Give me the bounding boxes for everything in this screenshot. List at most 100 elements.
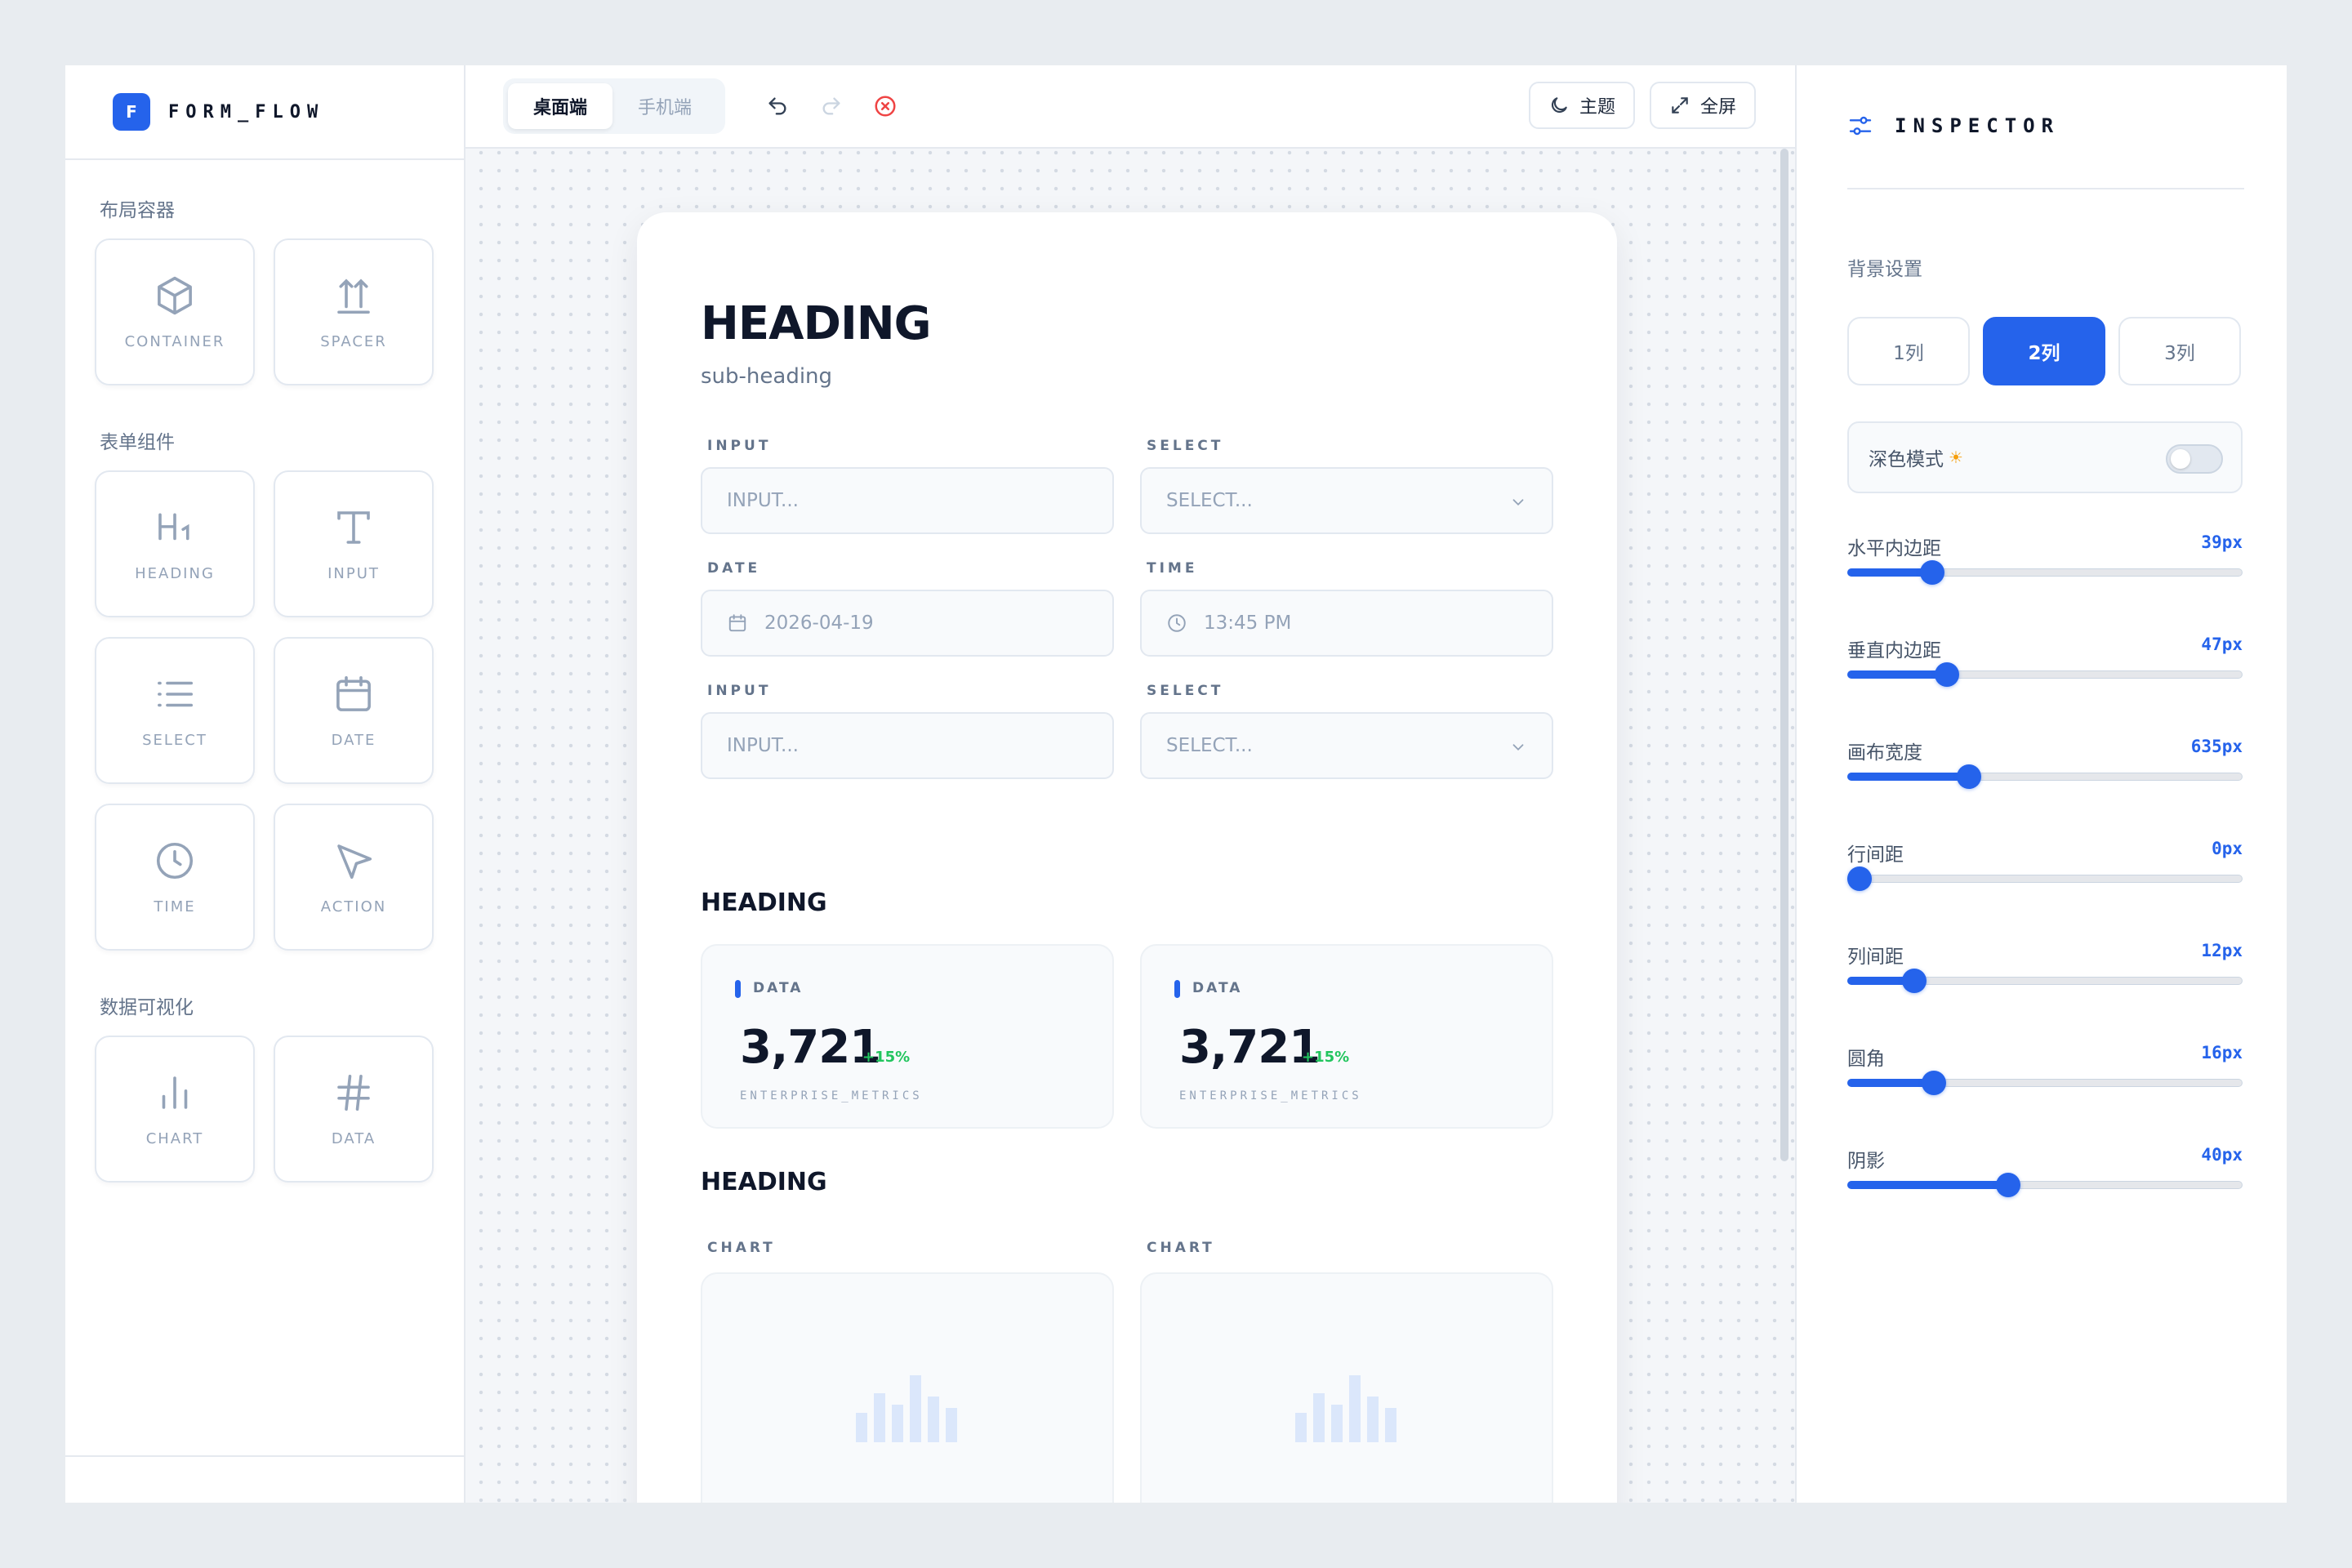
slider-label: 行间距 bbox=[1847, 844, 1904, 866]
device-switch: 桌面端 手机端 bbox=[503, 78, 725, 134]
field-label: INPUT bbox=[707, 683, 772, 699]
chevron-down-icon bbox=[1509, 493, 1527, 516]
date-value: 2026-04-19 bbox=[764, 612, 874, 634]
list-icon bbox=[150, 670, 199, 719]
section-heading[interactable]: HEADING bbox=[701, 1168, 827, 1196]
metric-label: DATA bbox=[1192, 980, 1243, 996]
time-value: 13:45 PM bbox=[1204, 612, 1292, 634]
palette-item-label: SPACER bbox=[320, 333, 387, 350]
section-title-layout: 布局容器 bbox=[100, 200, 175, 221]
field-label: SELECT bbox=[1147, 683, 1224, 699]
metric-footer: ENTERPRISE_METRICS bbox=[1179, 1089, 1362, 1102]
chart-placeholder[interactable] bbox=[1140, 1272, 1553, 1503]
palette-item-time[interactable]: TIME bbox=[95, 804, 255, 951]
clear-icon[interactable] bbox=[869, 90, 902, 122]
input-field[interactable]: INPUT... bbox=[701, 467, 1114, 534]
columns-3-button[interactable]: 3列 bbox=[2118, 317, 2241, 385]
slider-thumb[interactable] bbox=[1922, 1071, 1947, 1095]
expand-icon bbox=[1669, 95, 1700, 116]
tab-mobile[interactable]: 手机端 bbox=[612, 83, 717, 129]
palette-item-select[interactable]: SELECT bbox=[95, 637, 255, 784]
theme-button[interactable]: 主题 bbox=[1529, 82, 1636, 129]
input-field[interactable]: INPUT... bbox=[701, 712, 1114, 779]
palette-item-label: TIME bbox=[154, 898, 196, 915]
palette-item-data[interactable]: DATA bbox=[274, 1036, 434, 1183]
palette-item-spacer[interactable]: SPACER bbox=[274, 238, 434, 385]
hash-icon bbox=[329, 1068, 378, 1117]
calendar-icon bbox=[329, 670, 378, 719]
sliders-icon bbox=[1847, 113, 1873, 139]
inspector-header: INSPECTOR bbox=[1847, 113, 2060, 139]
dark-mode-label: 深色模式 bbox=[1869, 449, 1944, 470]
slider-value: 635px bbox=[2190, 737, 2243, 756]
tab-desktop[interactable]: 桌面端 bbox=[508, 83, 612, 129]
heading-icon bbox=[150, 503, 199, 552]
palette-item-action[interactable]: ACTION bbox=[274, 804, 434, 951]
palette-item-date[interactable]: DATE bbox=[274, 637, 434, 784]
slider-value: 39px bbox=[2201, 532, 2243, 552]
columns-2-button[interactable]: 2列 bbox=[1983, 317, 2105, 385]
field-label: TIME bbox=[1147, 560, 1198, 577]
slider-fill bbox=[1847, 670, 1948, 679]
slider-thumb[interactable] bbox=[1956, 764, 1981, 789]
slider-thumb[interactable] bbox=[1902, 969, 1927, 993]
box-icon bbox=[150, 271, 199, 320]
form-heading[interactable]: HEADING bbox=[701, 297, 932, 350]
palette-item-chart[interactable]: CHART bbox=[95, 1036, 255, 1183]
fullscreen-button[interactable]: 全屏 bbox=[1650, 82, 1757, 129]
slider-row: 画布宽度 635px bbox=[1847, 737, 2243, 802]
slider-row: 阴影 40px bbox=[1847, 1145, 2243, 1210]
field-label: DATE bbox=[707, 560, 761, 577]
brand: F FORM_FLOW bbox=[65, 65, 464, 160]
metric-card[interactable]: DATA 3,721 +15% ENTERPRISE_METRICS bbox=[1140, 944, 1553, 1129]
dark-mode-row: 深色模式 ☀ bbox=[1847, 421, 2243, 493]
slider-thumb[interactable] bbox=[1935, 662, 1960, 687]
slider-value: 47px bbox=[2201, 635, 2243, 654]
field-label: SELECT bbox=[1147, 438, 1224, 454]
inspector-panel: INSPECTOR 背景设置 1列 2列 3列 深色模式 ☀ 水平内边距 39px… bbox=[1795, 65, 2287, 1503]
metric-card[interactable]: DATA 3,721 +15% ENTERPRISE_METRICS bbox=[701, 944, 1114, 1129]
input-placeholder: INPUT... bbox=[727, 735, 799, 756]
select-placeholder: SELECT... bbox=[1166, 490, 1253, 511]
slider-label: 垂直内边距 bbox=[1847, 640, 1941, 662]
slider-thumb[interactable] bbox=[1920, 560, 1945, 585]
metric-footer: ENTERPRISE_METRICS bbox=[740, 1089, 923, 1102]
editor-area: 桌面端 手机端 主题 全屏 HEADING sub-heading INPUT … bbox=[466, 65, 1795, 1503]
palette-item-label: CONTAINER bbox=[124, 333, 225, 350]
theme-label: 主题 bbox=[1579, 97, 1616, 118]
dark-mode-toggle[interactable] bbox=[2166, 444, 2223, 474]
form-canvas: HEADING sub-heading INPUT INPUT... SELEC… bbox=[637, 212, 1617, 1503]
slider-thumb[interactable] bbox=[1846, 866, 1872, 891]
palette-item-label: INPUT bbox=[327, 565, 380, 582]
slider-thumb[interactable] bbox=[1996, 1173, 2021, 1197]
select-field[interactable]: SELECT... bbox=[1140, 467, 1553, 534]
slider-value: 40px bbox=[2201, 1145, 2243, 1165]
slider-row: 列间距 12px bbox=[1847, 941, 2243, 1006]
metric-accent-bar bbox=[735, 980, 741, 998]
chart-placeholder[interactable] bbox=[701, 1272, 1114, 1503]
select-field[interactable]: SELECT... bbox=[1140, 712, 1553, 779]
palette-item-label: HEADING bbox=[135, 565, 215, 582]
palette-item-container[interactable]: CONTAINER bbox=[95, 238, 255, 385]
cursor-icon bbox=[329, 836, 378, 885]
palette-item-heading[interactable]: HEADING bbox=[95, 470, 255, 617]
calendar-icon bbox=[727, 612, 748, 634]
undo-icon[interactable] bbox=[761, 90, 794, 122]
inspector-title: INSPECTOR bbox=[1895, 114, 2060, 137]
canvas-scrollbar[interactable] bbox=[1780, 149, 1788, 1161]
slider-track[interactable] bbox=[1847, 875, 2243, 883]
date-field[interactable]: 2026-04-19 bbox=[701, 590, 1114, 657]
redo-icon[interactable] bbox=[815, 90, 848, 122]
clock-icon bbox=[1166, 612, 1187, 634]
palette-item-input[interactable]: INPUT bbox=[274, 470, 434, 617]
section-heading[interactable]: HEADING bbox=[701, 889, 827, 917]
slider-row: 圆角 16px bbox=[1847, 1043, 2243, 1108]
palette-item-label: CHART bbox=[145, 1130, 204, 1147]
fullscreen-label: 全屏 bbox=[1700, 97, 1737, 118]
palette-item-label: DATA bbox=[331, 1130, 376, 1147]
slider-label: 列间距 bbox=[1847, 947, 1904, 968]
bar-chart-icon bbox=[150, 1068, 199, 1117]
time-field[interactable]: 13:45 PM bbox=[1140, 590, 1553, 657]
form-subheading[interactable]: sub-heading bbox=[701, 364, 832, 389]
columns-1-button[interactable]: 1列 bbox=[1847, 317, 1970, 385]
